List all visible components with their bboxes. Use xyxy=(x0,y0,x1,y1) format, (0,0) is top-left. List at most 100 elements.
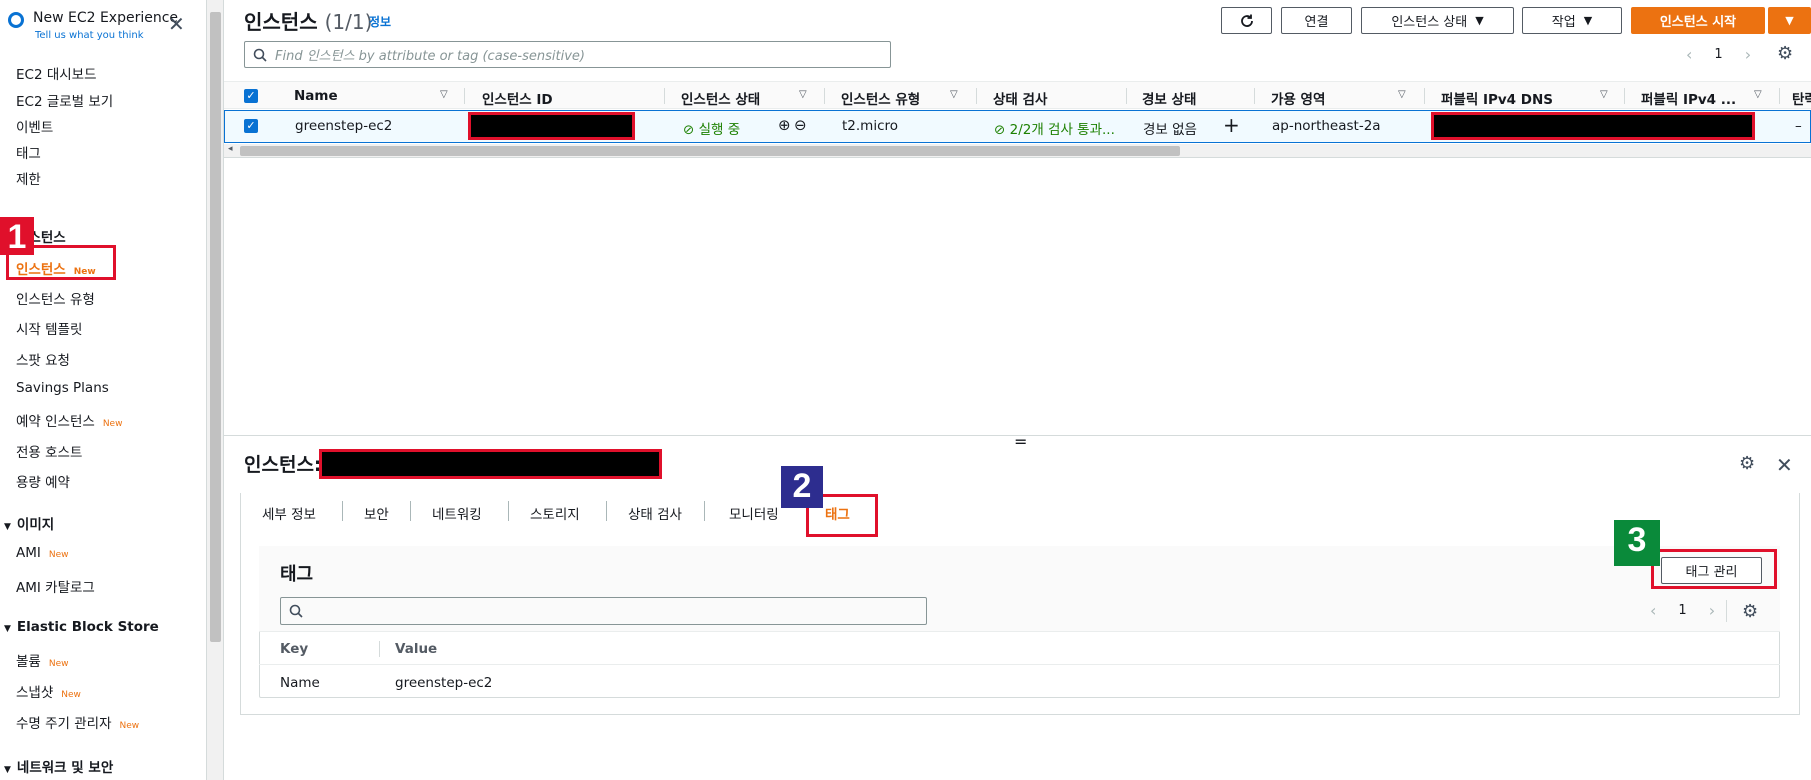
page-number[interactable]: 1 xyxy=(1714,47,1722,62)
tab-networking[interactable]: 네트워킹 xyxy=(432,503,482,523)
tab-status-checks[interactable]: 상태 검사 xyxy=(628,503,682,523)
cell-availability-zone: ap-northeast-2a xyxy=(1272,118,1381,134)
tab-divider xyxy=(704,501,705,521)
launch-instances-button[interactable]: 인스턴스 시작 xyxy=(1631,7,1765,34)
tab-details[interactable]: 세부 정보 xyxy=(262,503,316,523)
col-availability-zone[interactable]: 가용 영역 xyxy=(1271,88,1325,108)
page-number[interactable]: 1 xyxy=(1678,603,1686,618)
refresh-button[interactable] xyxy=(1221,7,1272,34)
sidebar-item-ami[interactable]: AMI New xyxy=(16,545,69,561)
cell-instance-type: t2.micro xyxy=(842,118,899,134)
sidebar-item-instance-types[interactable]: 인스턴스 유형 xyxy=(16,288,95,308)
zoom-in-icon[interactable]: ⊕ xyxy=(778,116,791,134)
table-scrollbar-thumb[interactable] xyxy=(240,146,1180,156)
col-elastic-ip[interactable]: 탄력 xyxy=(1792,88,1811,108)
select-all-checkbox[interactable]: ✓ xyxy=(244,89,258,103)
sort-icon[interactable]: ▽ xyxy=(1754,89,1762,100)
sidebar-item-spot-requests[interactable]: 스팟 요청 xyxy=(16,349,70,369)
zoom-out-icon[interactable]: ⊖ xyxy=(794,116,807,134)
cell-status-check: ⊘ 2/2개 검사 통과... xyxy=(994,122,1115,138)
sort-icon[interactable]: ▽ xyxy=(1398,89,1406,100)
gear-icon[interactable]: ⚙ xyxy=(1777,45,1793,63)
search-icon xyxy=(289,604,303,618)
tab-divider xyxy=(508,501,509,521)
column-divider xyxy=(824,88,825,104)
sidebar: New EC2 Experience Tell us what you thin… xyxy=(0,0,207,780)
new-experience-toggle[interactable] xyxy=(8,12,24,28)
col-instance-state[interactable]: 인스턴스 상태 xyxy=(681,88,760,108)
instance-search-input[interactable]: Find 인스턴스 by attribute or tag (case-sens… xyxy=(244,41,891,68)
col-alarm-status[interactable]: 경보 상태 xyxy=(1142,88,1196,108)
close-icon[interactable]: ✕ xyxy=(168,14,185,34)
new-badge: New xyxy=(48,659,69,669)
search-icon xyxy=(253,48,267,62)
divider xyxy=(1726,600,1727,622)
annotation-box-3 xyxy=(1651,549,1777,589)
sort-icon[interactable]: ▽ xyxy=(950,89,958,100)
row-checkbox[interactable]: ✓ xyxy=(244,119,258,133)
sidebar-item-volumes[interactable]: 볼륨 New xyxy=(16,650,68,670)
resize-handle-icon[interactable]: = xyxy=(1014,432,1027,451)
sidebar-scrollbar-thumb[interactable] xyxy=(210,12,221,642)
column-divider xyxy=(1624,88,1625,104)
sidebar-item-events[interactable]: 이벤트 xyxy=(16,116,53,136)
col-name[interactable]: Name xyxy=(294,88,338,104)
col-status-check[interactable]: 상태 검사 xyxy=(993,88,1047,108)
tag-search-input[interactable] xyxy=(280,597,927,625)
sidebar-section-images[interactable]: ▼ 이미지 xyxy=(4,513,54,533)
actions-dropdown[interactable]: 작업 ▼ xyxy=(1522,7,1622,34)
redacted-instance-id xyxy=(468,112,635,140)
chevron-left-icon[interactable]: ‹ xyxy=(1650,601,1656,620)
col-instance-type[interactable]: 인스턴스 유형 xyxy=(841,88,920,108)
sidebar-item-lifecycle-manager[interactable]: 수명 주기 관리자 New xyxy=(16,712,139,732)
sort-icon[interactable]: ▽ xyxy=(1600,89,1608,100)
col-instance-id[interactable]: 인스턴스 ID xyxy=(482,88,553,108)
sidebar-item-snapshots[interactable]: 스냅샷 New xyxy=(16,681,81,701)
refresh-icon xyxy=(1240,14,1253,27)
launch-dropdown-button[interactable]: ▼ xyxy=(1768,7,1811,34)
sidebar-item-launch-templates[interactable]: 시작 템플릿 xyxy=(16,318,82,338)
cell-name: greenstep-ec2 xyxy=(295,118,393,134)
tab-divider xyxy=(342,501,343,521)
feedback-link[interactable]: Tell us what you think xyxy=(35,30,144,41)
tab-monitoring[interactable]: 모니터링 xyxy=(729,503,779,523)
sidebar-section-network[interactable]: ▼ 네트워크 및 보안 xyxy=(4,756,113,776)
sidebar-item-reserved-instances[interactable]: 예약 인스턴스 New xyxy=(16,410,122,430)
check-circle-icon: ⊘ xyxy=(994,122,1006,138)
sidebar-item-dedicated-hosts[interactable]: 전용 호스트 xyxy=(16,441,82,461)
sidebar-item-tags[interactable]: 태그 xyxy=(16,142,41,162)
tab-storage[interactable]: 스토리지 xyxy=(530,503,580,523)
sort-icon[interactable]: ▽ xyxy=(440,89,448,100)
connect-button[interactable]: 연결 xyxy=(1281,7,1352,34)
tab-security[interactable]: 보안 xyxy=(364,503,389,523)
column-divider xyxy=(379,641,380,657)
sidebar-item-capacity-reservations[interactable]: 용량 예약 xyxy=(16,471,70,491)
tag-key-cell: Name xyxy=(280,675,320,691)
sidebar-item-ami-catalog[interactable]: AMI 카탈로그 xyxy=(16,576,95,596)
page-title: 인스턴스 (1/1) xyxy=(244,10,373,34)
tab-divider xyxy=(410,501,411,521)
column-divider xyxy=(464,88,465,104)
column-divider xyxy=(664,88,665,104)
sidebar-item-limits[interactable]: 제한 xyxy=(16,168,41,188)
sidebar-item-savings-plans[interactable]: Savings Plans xyxy=(16,380,109,396)
gear-icon[interactable]: ⚙ xyxy=(1742,603,1758,621)
col-public-dns[interactable]: 퍼블릭 IPv4 DNS xyxy=(1441,88,1553,108)
gear-icon[interactable]: ⚙ xyxy=(1739,455,1755,473)
add-alarm-icon[interactable]: + xyxy=(1223,113,1240,137)
sidebar-section-ebs[interactable]: ▼ Elastic Block Store xyxy=(4,619,159,635)
instance-state-dropdown[interactable]: 인스턴스 상태 ▼ xyxy=(1361,7,1514,34)
sidebar-item-global-view[interactable]: EC2 글로벌 보기 xyxy=(16,90,113,110)
col-public-ipv4[interactable]: 퍼블릭 IPv4 ... xyxy=(1641,88,1736,108)
chevron-left-icon[interactable]: ‹ xyxy=(1686,45,1692,64)
sort-icon[interactable]: ▽ xyxy=(799,89,807,100)
annotation-badge-2: 2 xyxy=(781,466,823,508)
scroll-left-icon[interactable]: ◂ xyxy=(228,144,233,154)
info-link[interactable]: 정보 xyxy=(369,13,391,30)
redacted-instance-name xyxy=(319,449,662,479)
chevron-right-icon[interactable]: › xyxy=(1745,45,1751,64)
sidebar-item-ec2-dashboard[interactable]: EC2 대시보드 xyxy=(16,63,97,83)
caret-down-icon: ▼ xyxy=(1785,14,1794,27)
close-icon[interactable]: ✕ xyxy=(1776,455,1793,475)
chevron-right-icon[interactable]: › xyxy=(1709,601,1715,620)
